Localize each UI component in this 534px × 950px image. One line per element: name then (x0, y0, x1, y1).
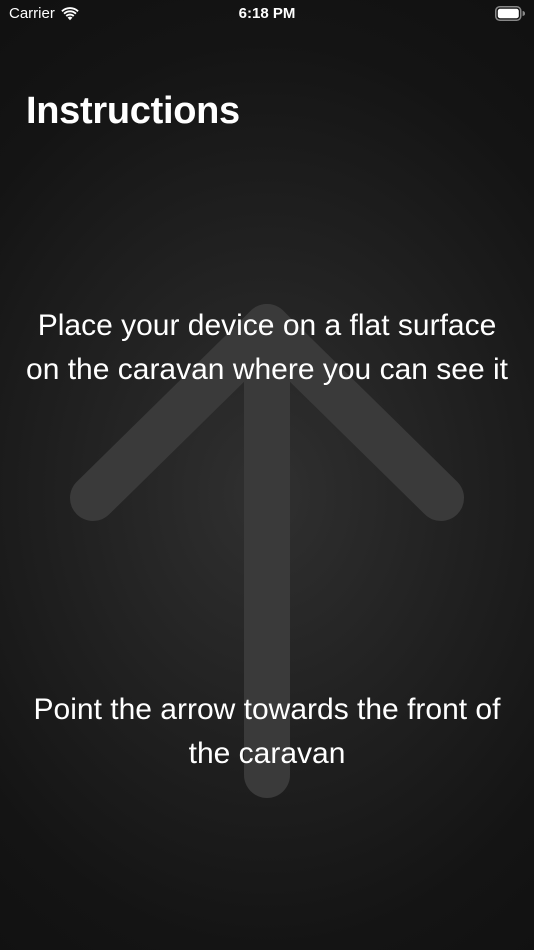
status-time: 6:18 PM (238, 5, 296, 22)
instruction-point-arrow: Point the arrow towards the front of the… (33, 693, 501, 770)
status-bar: Carrier 6:18 PM (0, 0, 534, 30)
page-title: Instructions (26, 90, 240, 132)
instructions-screen: Carrier 6:18 PM Instructions Place your … (0, 0, 534, 950)
up-arrow-icon (70, 304, 464, 798)
battery-icon (495, 6, 526, 21)
instruction-place-device: Place your device on a flat surface on t… (26, 309, 508, 386)
